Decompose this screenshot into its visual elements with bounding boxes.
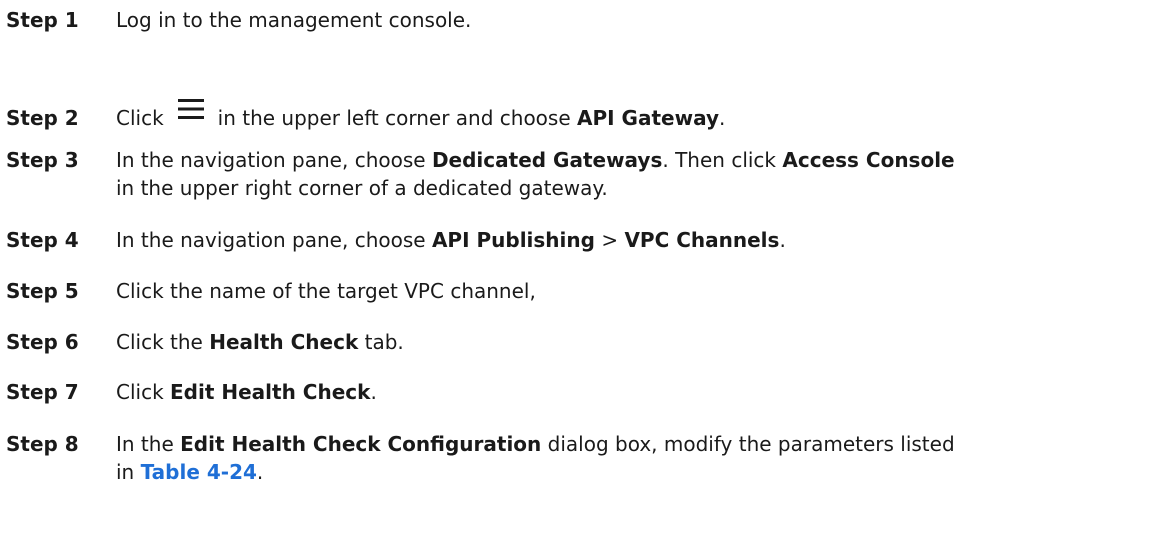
hamburger-menu-icon <box>177 98 204 126</box>
step-label: Step 2 <box>6 106 79 130</box>
step-text: Log in to the management console. <box>116 8 472 32</box>
table-4-24-link[interactable]: Table 4-24 <box>141 460 257 484</box>
step-text: Click the name of the target VPC channel… <box>116 279 536 303</box>
step-label: Step 6 <box>6 330 79 354</box>
ui-term: Dedicated Gateways <box>431 148 663 172</box>
ui-term: Edit Health Check <box>170 380 371 404</box>
step-label: Step 7 <box>6 380 79 404</box>
step-label: Step 4 <box>6 228 79 252</box>
step-text: Click <box>116 106 164 130</box>
ui-term: Access Console <box>782 148 955 172</box>
ui-term: Health Check <box>209 330 359 354</box>
step-text-line2: in <box>116 460 141 484</box>
step-text: In the navigation pane, choose <box>116 148 432 172</box>
step-label: Step 1 <box>6 8 79 32</box>
ui-term: API Gateway <box>577 106 719 130</box>
step-label: Step 5 <box>6 279 79 303</box>
ui-term: API Publishing <box>431 228 595 252</box>
step-text: In the <box>116 432 181 456</box>
step-text: Click the <box>116 330 210 354</box>
step-label: Step 8 <box>6 432 79 456</box>
ui-term: Edit Health Check Configuration <box>180 432 542 456</box>
step-text-line2: in the upper right corner of a dedicated… <box>116 176 608 200</box>
ui-term: VPC Channels <box>624 228 780 252</box>
step-text: In the navigation pane, choose <box>116 228 432 252</box>
step-label: Step 3 <box>6 148 79 172</box>
step-text: in the upper left corner and choose <box>217 106 578 130</box>
step-text: Click <box>116 380 171 404</box>
